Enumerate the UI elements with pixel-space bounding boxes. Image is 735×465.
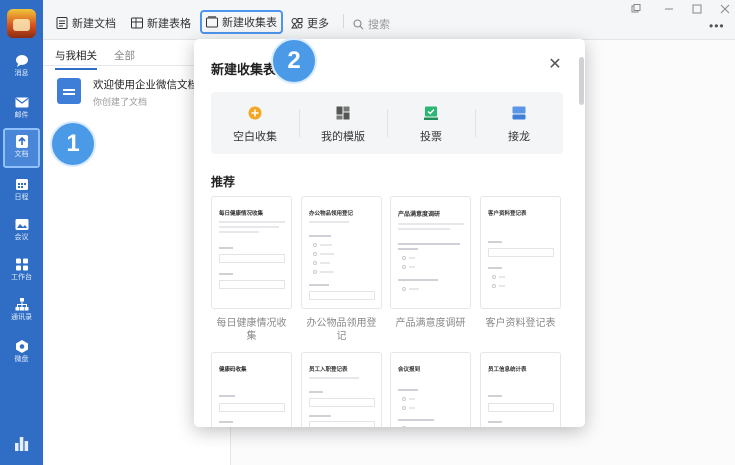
dialog-scrollbar[interactable] — [579, 57, 584, 105]
dialog-title: 新建收集表 — [211, 62, 277, 77]
template-card-health[interactable]: 每日健康情况收集 — [211, 196, 292, 309]
card-title: 产品满意度调研 — [398, 212, 441, 218]
action-label: 接龙 — [508, 131, 530, 143]
left-sidebar: 消息 邮件 文档 日程 会议 工作台 通讯录 微盘 — [0, 0, 43, 465]
sidebar-item-label: 通讯录 — [11, 314, 32, 321]
sidebar-item-label: 微盘 — [14, 356, 29, 363]
blank-form-button[interactable]: 空白收集 — [211, 92, 299, 154]
sidebar-item-docs[interactable]: 文档 — [3, 128, 40, 168]
calendar-icon — [15, 179, 28, 190]
plus-circle-icon — [248, 106, 262, 120]
sidebar-item-label: 会议 — [14, 234, 29, 241]
bar-chart-icon[interactable] — [14, 436, 29, 451]
sidebar-item-contacts[interactable]: 通讯录 — [0, 292, 43, 332]
vote-check-icon — [424, 106, 438, 120]
chain-list-button[interactable]: 接龙 — [475, 92, 563, 154]
create-actions: 空白收集 我的模版 投票 接龙 — [211, 92, 563, 154]
template-card-health-code[interactable]: 健康码收集 — [211, 352, 292, 427]
card-title: 办公物品领用登记 — [309, 211, 354, 217]
template-card-meeting-checkin[interactable]: 会议报到 — [390, 352, 471, 427]
sidebar-item-messages[interactable]: 消息 — [0, 48, 43, 88]
top-toolbar: 新建文档 新建表格 新建收集表 更多 搜索 ••• — [43, 0, 735, 40]
card-title: 会议报到 — [398, 367, 421, 373]
minimize-icon[interactable] — [664, 4, 674, 14]
search-placeholder: 搜索 — [368, 19, 390, 31]
form-collect-icon — [206, 16, 218, 28]
chat-bubble-icon — [15, 55, 28, 67]
template-card-customer[interactable]: 客户资料登记表 — [480, 196, 561, 309]
action-label: 投票 — [420, 131, 442, 143]
section-title: 推荐 — [211, 175, 236, 189]
search-icon — [353, 18, 364, 29]
action-label: 空白收集 — [233, 131, 277, 143]
tab-related[interactable]: 与我相关 — [55, 48, 97, 70]
template-label: 办公物品领用登 记 — [306, 318, 377, 342]
more-label: 更多 — [307, 18, 329, 30]
chain-list-icon — [512, 106, 526, 120]
more-shapes-icon — [291, 18, 303, 29]
document-icon — [15, 135, 28, 148]
sidebar-item-mail[interactable]: 邮件 — [0, 90, 43, 130]
sidebar-item-label: 消息 — [14, 70, 29, 77]
tab-all[interactable]: 全部 — [114, 48, 135, 63]
step-badge-2: 2 — [271, 38, 317, 84]
workbench-icon — [15, 258, 28, 271]
template-label: 每日健康情况收 集 — [216, 318, 287, 342]
table-icon — [131, 17, 143, 29]
template-card-onboarding[interactable]: 员工入职登记表 — [301, 352, 382, 427]
vote-button[interactable]: 投票 — [387, 92, 475, 154]
more-dots-icon[interactable]: ••• — [709, 19, 725, 33]
my-templates-button[interactable]: 我的模版 — [299, 92, 387, 154]
sidebar-item-label: 工作台 — [11, 274, 32, 281]
sidebar-item-label: 日程 — [14, 194, 29, 201]
card-title: 客户资料登记表 — [488, 211, 527, 217]
document-icon — [57, 78, 81, 104]
new-form-label: 新建收集表 — [222, 17, 277, 29]
card-title: 员工入职登记表 — [309, 367, 348, 373]
new-sheet-button[interactable]: 新建表格 — [127, 11, 195, 35]
pin-window-icon[interactable] — [631, 4, 641, 14]
sidebar-item-calendar[interactable]: 日程 — [0, 172, 43, 212]
template-card-office-supplies[interactable]: 办公物品领用登记 — [301, 196, 382, 309]
doc-subtitle: 你创建了文档 — [93, 97, 148, 107]
more-button[interactable]: 更多 — [287, 11, 333, 35]
sidebar-item-label: 邮件 — [14, 112, 29, 119]
action-label: 我的模版 — [321, 131, 365, 143]
template-card-satisfaction[interactable]: 产品满意度调研 — [390, 196, 471, 309]
contacts-icon — [15, 298, 28, 311]
doc-title: 欢迎使用企业微信文档 — [93, 79, 198, 91]
new-sheet-label: 新建表格 — [147, 18, 191, 30]
new-doc-label: 新建文档 — [72, 18, 116, 30]
sidebar-item-meeting[interactable]: 会议 — [0, 212, 43, 252]
template-card-employee-info[interactable]: 员工信息统计表 — [480, 352, 561, 427]
template-label: 客户资料登记表 — [485, 318, 556, 329]
sidebar-item-label: 文档 — [14, 151, 29, 158]
new-form-button[interactable]: 新建收集表 — [200, 10, 283, 34]
avatar[interactable] — [7, 9, 36, 38]
mail-icon — [15, 97, 28, 108]
sidebar-item-drive[interactable]: 微盘 — [0, 334, 43, 374]
document-icon — [56, 17, 68, 29]
close-window-icon[interactable] — [720, 4, 730, 14]
sidebar-item-workbench[interactable]: 工作台 — [0, 252, 43, 292]
new-form-dialog: 新建收集表 ✕ 空白收集 我的模版 投票 接龙 推荐 每日健康情况收集 每日健康… — [194, 39, 585, 427]
meeting-icon — [15, 219, 28, 230]
card-title: 每日健康情况收集 — [219, 211, 264, 217]
close-icon[interactable]: ✕ — [547, 57, 563, 73]
maximize-icon[interactable] — [692, 4, 702, 14]
new-doc-button[interactable]: 新建文档 — [52, 11, 120, 35]
step-badge-1: 1 — [50, 121, 96, 167]
grid-template-icon — [336, 106, 350, 120]
template-label: 产品满意度调研 — [395, 318, 466, 329]
cloud-drive-icon — [15, 340, 28, 353]
card-title: 员工信息统计表 — [488, 367, 527, 373]
card-title: 健康码收集 — [219, 367, 247, 373]
search-input[interactable]: 搜索 — [343, 14, 390, 32]
